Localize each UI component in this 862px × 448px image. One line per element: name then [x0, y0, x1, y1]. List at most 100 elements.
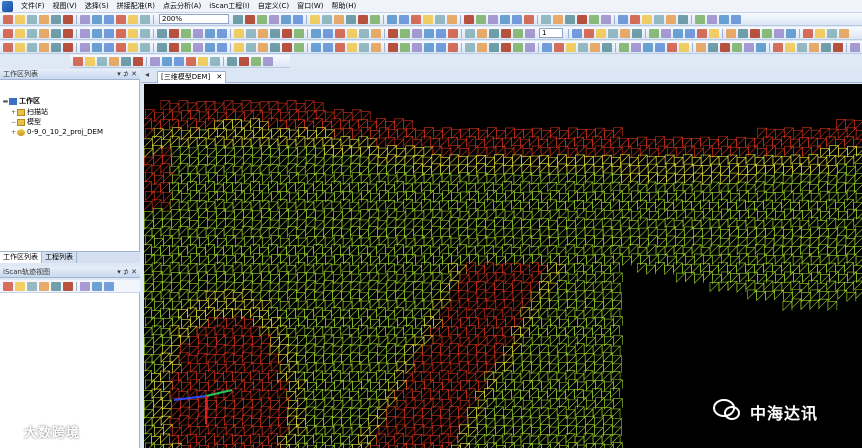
menu-pointcloud-analysis[interactable]: 点云分析(A)	[159, 0, 205, 13]
toolbar-button-icon[interactable]	[786, 28, 796, 38]
toolbar-button-icon[interactable]	[3, 42, 13, 52]
toolbar-button-icon[interactable]	[643, 42, 653, 52]
expand-icon[interactable]: +	[10, 129, 17, 136]
toolbar-button-icon[interactable]	[63, 14, 73, 24]
toolbar-button-icon[interactable]	[572, 28, 582, 38]
toolbar-button-icon[interactable]	[198, 56, 208, 66]
toolbar-button-icon[interactable]	[618, 14, 628, 24]
menu-iscan-project[interactable]: iScan工程(I)	[205, 0, 254, 13]
toolbar-button-icon[interactable]	[774, 28, 784, 38]
toolbar-button-icon[interactable]	[104, 281, 114, 291]
toolbar-button-icon[interactable]	[39, 42, 49, 52]
menu-customize[interactable]: 自定义(C)	[254, 0, 293, 13]
toolbar-button-icon[interactable]	[720, 42, 730, 52]
toolbar-button-icon[interactable]	[756, 42, 766, 52]
toolbar-button-icon[interactable]	[750, 28, 760, 38]
toolbar-button-icon[interactable]	[359, 42, 369, 52]
tab-workspace-list[interactable]: 工作区列表	[0, 252, 42, 263]
toolbar-button-icon[interactable]	[322, 14, 332, 24]
toolbar-button-icon[interactable]	[620, 28, 630, 38]
toolbar-button-icon[interactable]	[323, 28, 333, 38]
toolbar-button-icon[interactable]	[80, 42, 90, 52]
toolbar-button-icon[interactable]	[524, 14, 534, 24]
toolbar-button-icon[interactable]	[655, 42, 665, 52]
toolbar-button-icon[interactable]	[738, 28, 748, 38]
dem-3d-viewport[interactable]	[144, 84, 862, 448]
toolbar-button-icon[interactable]	[162, 56, 172, 66]
toolbar-button-icon[interactable]	[707, 14, 717, 24]
toolbar-button-icon[interactable]	[73, 56, 83, 66]
toolbar-button-icon[interactable]	[128, 14, 138, 24]
toolbar-button-icon[interactable]	[140, 14, 150, 24]
toolbar-button-icon[interactable]	[424, 42, 434, 52]
toolbar-button-icon[interactable]	[631, 42, 641, 52]
toolbar-button-icon[interactable]	[436, 28, 446, 38]
toolbar-button-icon[interactable]	[15, 42, 25, 52]
toolbar-button-icon[interactable]	[346, 14, 356, 24]
toolbar-button-icon[interactable]	[239, 56, 249, 66]
toolbar-button-icon[interactable]	[63, 281, 73, 291]
toolbar-button-icon[interactable]	[347, 28, 357, 38]
toolbar-button-icon[interactable]	[619, 42, 629, 52]
toolbar-button-icon[interactable]	[246, 42, 256, 52]
toolbar-button-icon[interactable]	[411, 14, 421, 24]
toolbar-button-icon[interactable]	[513, 42, 523, 52]
toolbar-button-icon[interactable]	[501, 42, 511, 52]
toolbar-button-icon[interactable]	[335, 42, 345, 52]
menu-registration[interactable]: 拼接配准(R)	[113, 0, 159, 13]
toolbar-button-icon[interactable]	[311, 28, 321, 38]
toolbar-button-icon[interactable]	[270, 28, 280, 38]
toolbar-button-icon[interactable]	[27, 42, 37, 52]
toolbar-button-icon[interactable]	[436, 42, 446, 52]
toolbar-button-icon[interactable]	[186, 56, 196, 66]
toolbar-button-icon[interactable]	[193, 42, 203, 52]
toolbar-button-icon[interactable]	[116, 14, 126, 24]
toolbar-button-icon[interactable]	[590, 42, 600, 52]
toolbar-button-icon[interactable]	[181, 42, 191, 52]
toolbar-button-icon[interactable]	[500, 14, 510, 24]
toolbar-button-icon[interactable]	[234, 28, 244, 38]
toolbar-button-icon[interactable]	[839, 28, 849, 38]
toolbar-button-icon[interactable]	[566, 42, 576, 52]
toolbar-button-icon[interactable]	[92, 42, 102, 52]
toolbar-button-icon[interactable]	[732, 42, 742, 52]
toolbar-button-icon[interactable]	[785, 42, 795, 52]
toolbar-button-icon[interactable]	[601, 14, 611, 24]
toolbar-button-icon[interactable]	[667, 42, 677, 52]
toolbar-button-icon[interactable]	[281, 14, 291, 24]
toolbar-button-icon[interactable]	[525, 42, 535, 52]
toolbar-button-icon[interactable]	[121, 56, 131, 66]
toolbar-button-icon[interactable]	[744, 42, 754, 52]
toolbar-button-icon[interactable]	[39, 14, 49, 24]
toolbar-button-icon[interactable]	[3, 281, 13, 291]
toolbar-button-icon[interactable]	[258, 28, 268, 38]
toolbar-button-icon[interactable]	[809, 42, 819, 52]
toolbar-button-icon[interactable]	[596, 28, 606, 38]
toolbar-button-icon[interactable]	[128, 42, 138, 52]
toolbar-button-icon[interactable]	[92, 28, 102, 38]
toolbar-button-icon[interactable]	[578, 42, 588, 52]
toolbar-button-icon[interactable]	[133, 56, 143, 66]
toolbar-button-icon[interactable]	[109, 56, 119, 66]
toolbar-button-icon[interactable]	[371, 42, 381, 52]
toolbar-button-icon[interactable]	[15, 14, 25, 24]
toolbar-button-icon[interactable]	[797, 42, 807, 52]
tree-item-dem[interactable]: + 0-9_0_10_2_proj_DEM	[10, 127, 103, 137]
toolbar-button-icon[interactable]	[3, 28, 13, 38]
toolbar-button-icon[interactable]	[51, 281, 61, 291]
toolbar-button-icon[interactable]	[140, 28, 150, 38]
menu-window[interactable]: 窗口(W)	[293, 0, 327, 13]
toolbar-button-icon[interactable]	[193, 28, 203, 38]
toolbar-button-icon[interactable]	[323, 42, 333, 52]
tab-scroll-arrow-icon[interactable]: ◂	[145, 70, 149, 79]
toolbar-button-icon[interactable]	[246, 28, 256, 38]
toolbar-button-icon[interactable]	[269, 14, 279, 24]
toolbar-button-icon[interactable]	[448, 42, 458, 52]
toolbar-button-icon[interactable]	[708, 42, 718, 52]
toolbar-button-icon[interactable]	[632, 28, 642, 38]
toolbar-button-icon[interactable]	[234, 42, 244, 52]
toolbar-button-icon[interactable]	[464, 14, 474, 24]
tree-item-scan-station[interactable]: + 扫描站	[10, 107, 48, 117]
toolbar-button-icon[interactable]	[661, 28, 671, 38]
toolbar-button-icon[interactable]	[412, 28, 422, 38]
